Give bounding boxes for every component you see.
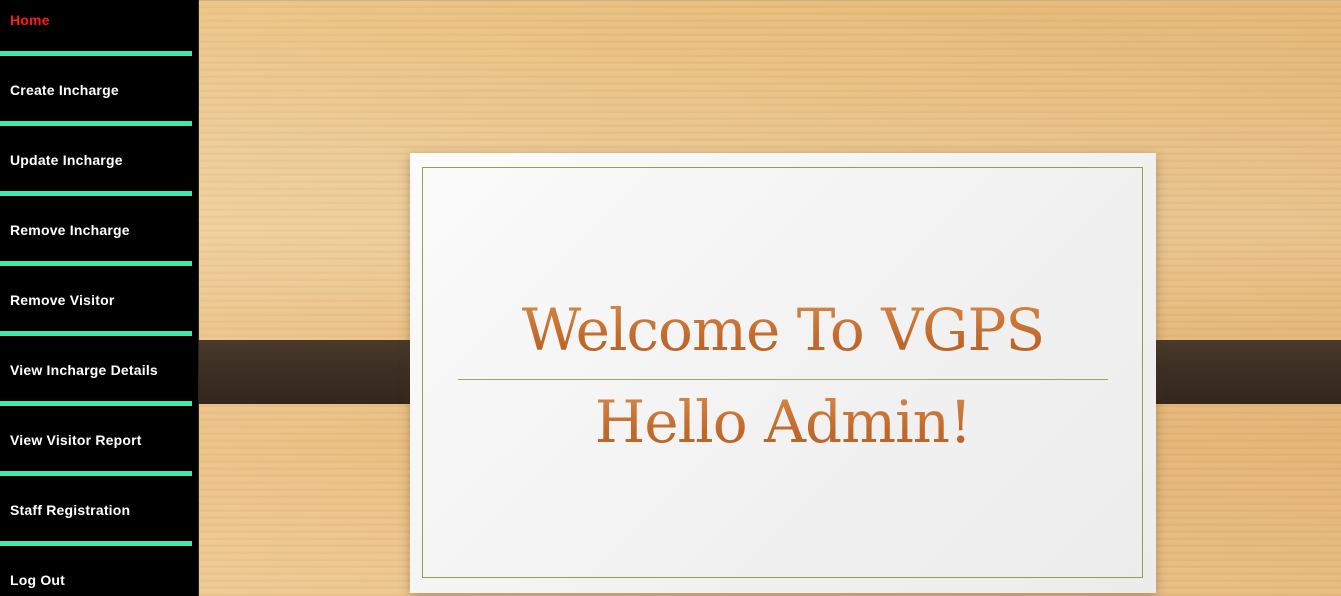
sidebar-item-update-incharge[interactable]: Update Incharge <box>0 140 192 210</box>
sidebar-item-remove-incharge[interactable]: Remove Incharge <box>0 210 192 280</box>
sidebar-item-remove-visitor[interactable]: Remove Visitor <box>0 280 192 350</box>
sidebar-item-label[interactable]: Update Incharge <box>10 152 123 168</box>
sidebar-item-label[interactable]: View Visitor Report <box>10 432 142 448</box>
divider <box>0 191 192 196</box>
slide-frame <box>422 167 1143 578</box>
sidebar-item-create-incharge[interactable]: Create Incharge <box>0 70 192 140</box>
sidebar-item-label[interactable]: Staff Registration <box>10 502 130 518</box>
app-window: Home Create Incharge Update Incharge Rem… <box>0 0 1341 596</box>
sidebar-item-staff-registration[interactable]: Staff Registration <box>0 490 192 560</box>
divider <box>0 261 192 266</box>
sidebar-item-label[interactable]: Home <box>10 12 50 28</box>
sidebar-item-label[interactable]: Log Out <box>10 572 65 588</box>
welcome-slide: Welcome To VGPS Hello Admin! <box>410 153 1156 593</box>
sidebar-item-label[interactable]: Remove Incharge <box>10 222 130 238</box>
divider <box>0 331 192 336</box>
sidebar-item-label[interactable]: Create Incharge <box>10 82 119 98</box>
divider <box>0 121 192 126</box>
sidebar-item-home[interactable]: Home <box>0 0 192 70</box>
divider <box>0 401 192 406</box>
divider <box>0 541 192 546</box>
decorative-strap-right <box>1129 340 1341 404</box>
divider <box>0 51 192 56</box>
divider <box>0 471 192 476</box>
welcome-title: Welcome To VGPS <box>410 295 1156 365</box>
title-divider <box>458 379 1108 380</box>
sidebar-item-log-out[interactable]: Log Out <box>0 560 192 596</box>
sidebar-item-label[interactable]: Remove Visitor <box>10 292 114 308</box>
main-content: Welcome To VGPS Hello Admin! <box>199 0 1341 596</box>
greeting-subtitle: Hello Admin! <box>410 387 1156 457</box>
sidebar-item-view-visitor-report[interactable]: View Visitor Report <box>0 420 192 490</box>
sidebar-item-label[interactable]: View Incharge Details <box>10 362 158 378</box>
decorative-strap-left <box>199 340 434 404</box>
sidebar-item-view-incharge-details[interactable]: View Incharge Details <box>0 350 192 420</box>
sidebar-nav: Home Create Incharge Update Incharge Rem… <box>0 0 199 596</box>
